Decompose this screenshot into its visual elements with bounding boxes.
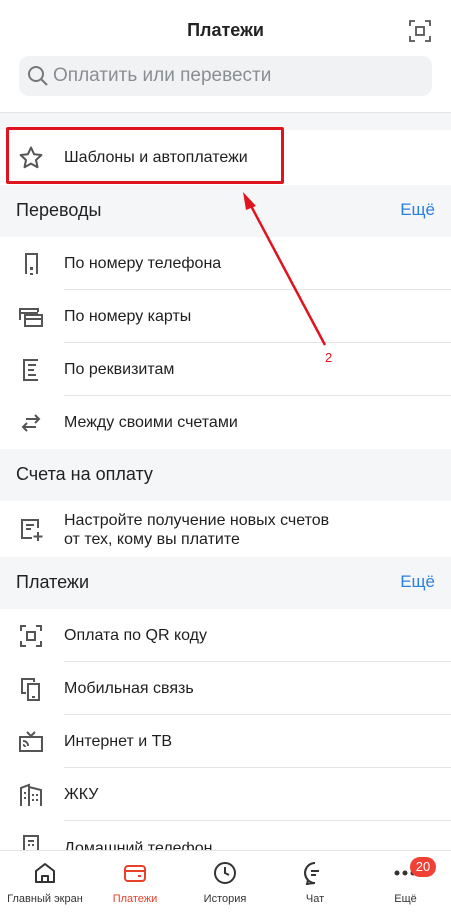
tab-label: Платежи xyxy=(112,893,158,905)
card-icon xyxy=(18,304,44,330)
transfer-by-details[interactable]: По реквизитам xyxy=(0,343,451,396)
payment-utilities[interactable]: ЖКУ xyxy=(0,768,451,821)
wallet-icon xyxy=(123,861,147,885)
item-label: Между своими счетами xyxy=(64,414,238,431)
item-label: По номеру телефона xyxy=(64,255,222,272)
templates-row[interactable]: Шаблоны и автоплатежи xyxy=(0,130,451,185)
payment-internet-tv[interactable]: Интернет и ТВ xyxy=(0,715,451,768)
notification-badge: 20 xyxy=(410,857,436,877)
item-label: Оплата по QR коду xyxy=(64,627,207,644)
header: Платежи xyxy=(0,0,451,112)
section-title: Счета на оплату xyxy=(16,464,153,484)
tab-payments[interactable]: Платежи xyxy=(90,851,180,917)
search-bar[interactable] xyxy=(19,56,432,96)
home-phone-icon xyxy=(18,833,44,851)
item-label: По номеру карты xyxy=(64,308,192,325)
clock-icon xyxy=(213,861,237,885)
home-icon xyxy=(33,861,57,885)
tab-label: Чат xyxy=(305,893,325,905)
annotation-number: 2 xyxy=(325,350,333,365)
transfers-more-link[interactable]: Ещё xyxy=(400,200,435,220)
document-icon xyxy=(18,357,44,383)
add-bill-icon xyxy=(18,517,44,543)
tab-label: История xyxy=(203,893,247,905)
tab-label: Ещё xyxy=(394,893,417,905)
transfers-section-header: Переводы Ещё xyxy=(0,185,451,237)
building-icon xyxy=(18,782,44,808)
payment-qr[interactable]: Оплата по QR коду xyxy=(0,609,451,662)
tab-more[interactable]: 20 Ещё xyxy=(360,851,451,917)
transfer-by-phone[interactable]: По номеру телефона xyxy=(0,237,451,290)
transfer-between-accounts[interactable]: Между своими счетами xyxy=(0,396,451,449)
chat-icon xyxy=(303,861,327,886)
spacer xyxy=(0,113,451,130)
star-icon xyxy=(18,145,44,171)
transfer-by-card[interactable]: По номеру карты xyxy=(0,290,451,343)
item-label: По реквизитам xyxy=(64,361,175,378)
tab-label: Главный экран xyxy=(7,893,83,905)
item-label: ЖКУ xyxy=(64,786,99,803)
item-label: Мобильная связь xyxy=(64,680,194,697)
section-title: Переводы xyxy=(16,200,102,220)
bills-line-2: от тех, кому вы платите xyxy=(64,531,240,548)
tv-icon xyxy=(18,729,44,755)
swap-arrows-icon xyxy=(18,410,44,436)
tab-bar: Главный экран Платежи История Чат 20 Ещё xyxy=(0,850,451,917)
item-label: Интернет и ТВ xyxy=(64,733,173,750)
payment-home-phone[interactable]: Домашний телефон xyxy=(0,821,451,851)
payment-mobile[interactable]: Мобильная связь xyxy=(0,662,451,715)
phone-icon xyxy=(18,251,44,277)
mobile-icon xyxy=(18,676,44,702)
qr-scan-icon[interactable] xyxy=(409,20,431,42)
bills-section-header: Счета на оплату xyxy=(0,449,451,501)
page-title: Платежи xyxy=(187,20,264,40)
tab-history[interactable]: История xyxy=(180,851,270,917)
payments-more-link[interactable]: Ещё xyxy=(400,572,435,592)
bills-setup-row[interactable]: Настройте получение новых счетов от тех,… xyxy=(0,501,451,561)
search-icon xyxy=(27,65,49,87)
tab-chat[interactable]: Чат xyxy=(270,851,360,917)
qr-icon xyxy=(18,623,44,649)
tab-home[interactable]: Главный экран xyxy=(0,851,90,917)
bills-line-1: Настройте получение новых счетов xyxy=(64,512,330,529)
section-title: Платежи xyxy=(16,572,90,592)
search-input[interactable] xyxy=(53,56,423,96)
payments-section-header: Платежи Ещё xyxy=(0,557,451,609)
templates-label: Шаблоны и автоплатежи xyxy=(64,149,248,166)
